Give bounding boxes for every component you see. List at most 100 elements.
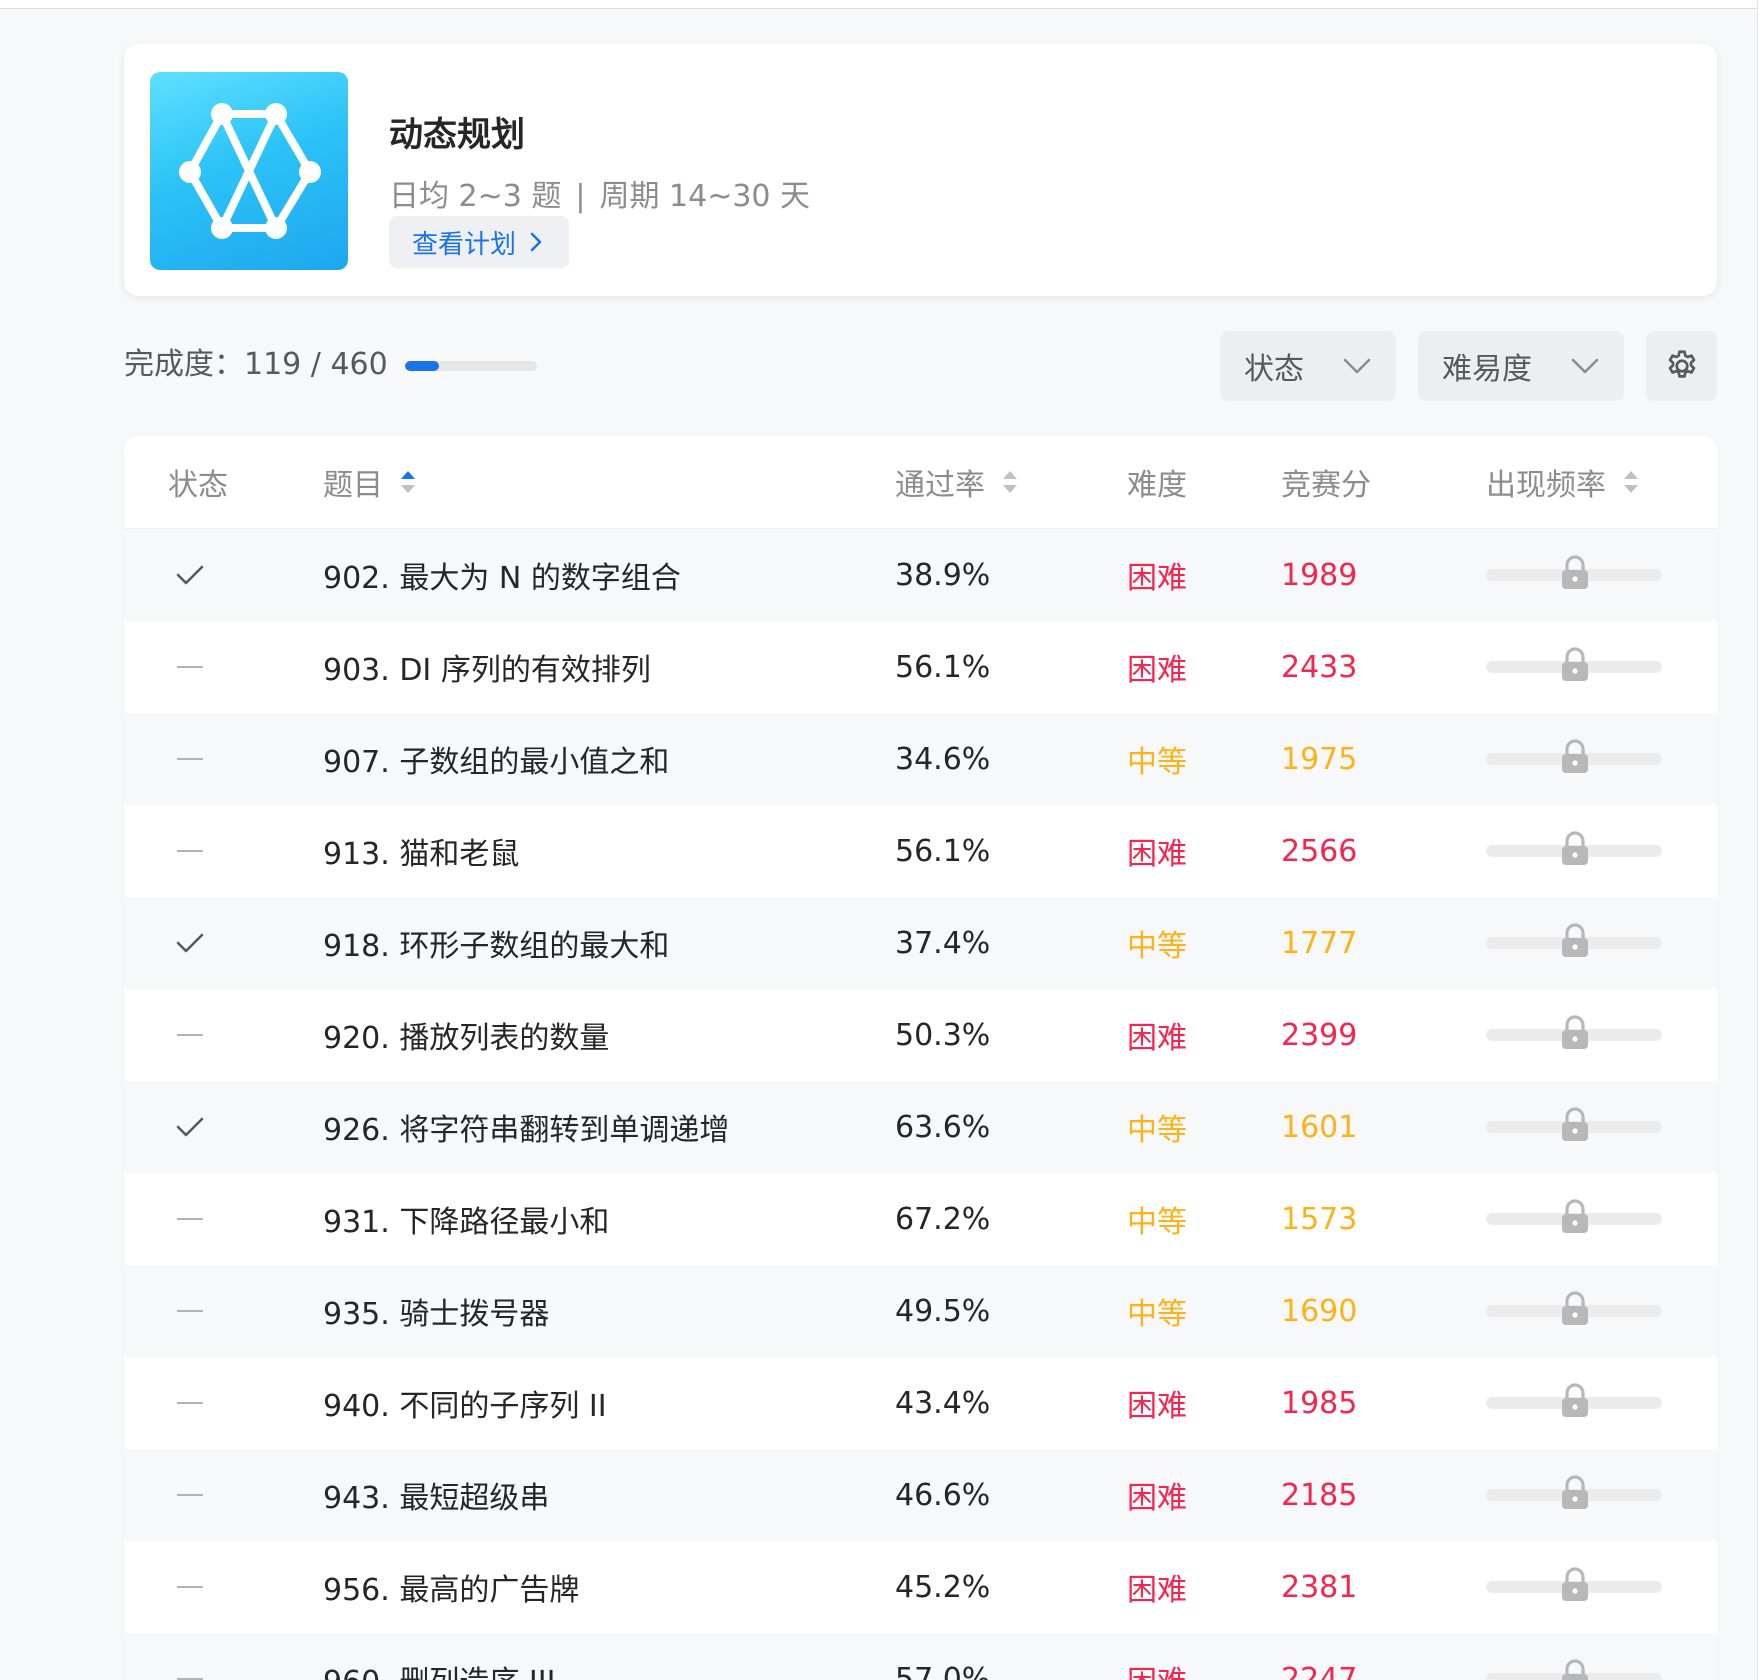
lock-icon[interactable] — [1558, 923, 1592, 959]
plan-separator: | — [575, 179, 586, 214]
status-cell — [170, 1449, 210, 1541]
lock-icon[interactable] — [1558, 647, 1592, 683]
plan-logo — [150, 72, 348, 270]
problem-title-link[interactable]: 940. 不同的子序列 II — [323, 1357, 607, 1449]
acceptance-rate: 57.0% — [895, 1661, 991, 1680]
difficulty-filter-dropdown[interactable]: 难易度 — [1418, 331, 1624, 401]
problem-title-link[interactable]: 903. DI 序列的有效排列 — [323, 621, 651, 713]
status-cell — [170, 1541, 210, 1633]
view-plan-label: 查看计划 — [411, 229, 516, 260]
problem-title-link[interactable]: 931. 下降路径最小和 — [323, 1173, 609, 1265]
lock-icon[interactable] — [1558, 739, 1592, 775]
table-row[interactable]: 931. 下降路径最小和 67.2% 中等 1573 — [124, 1173, 1717, 1265]
unsolved-dash-icon — [177, 1034, 203, 1036]
table-row[interactable]: 943. 最短超级串 46.6% 困难 2185 — [124, 1449, 1717, 1541]
problem-title-link[interactable]: 918. 环形子数组的最大和 — [323, 897, 669, 989]
sort-icon[interactable] — [399, 468, 417, 496]
sort-icon[interactable] — [1001, 468, 1019, 496]
contest-score: 2247 — [1281, 1661, 1358, 1680]
settings-button[interactable] — [1646, 331, 1717, 401]
header-rate-label: 通过率 — [895, 468, 985, 503]
status-cell — [170, 529, 210, 621]
status-cell — [170, 621, 210, 713]
table-row[interactable]: 902. 最大为 N 的数字组合 38.9% 困难 1989 — [124, 529, 1717, 621]
lock-icon[interactable] — [1558, 1475, 1592, 1511]
table-row[interactable]: 913. 猫和老鼠 56.1% 困难 2566 — [124, 805, 1717, 897]
acceptance-rate: 67.2% — [895, 1201, 991, 1237]
table-row[interactable]: 956. 最高的广告牌 45.2% 困难 2381 — [124, 1541, 1717, 1633]
status-filter-dropdown[interactable]: 状态 — [1220, 331, 1396, 401]
difficulty-filter-label: 难易度 — [1442, 352, 1532, 387]
plan-daily: 日均 2~3 题 — [389, 179, 562, 214]
acceptance-rate: 56.1% — [895, 649, 991, 685]
header-title-label: 题目 — [323, 468, 383, 503]
difficulty-label: 中等 — [1127, 1297, 1187, 1332]
acceptance-rate: 38.9% — [895, 557, 991, 593]
difficulty-label: 中等 — [1127, 1205, 1187, 1240]
header-status-label: 状态 — [168, 468, 228, 503]
table-row[interactable]: 960. 删列造序 III 57.0% 困难 2247 — [124, 1633, 1717, 1680]
lock-icon[interactable] — [1558, 1383, 1592, 1419]
problem-title-link[interactable]: 943. 最短超级串 — [323, 1449, 549, 1541]
problem-title-link[interactable]: 960. 删列造序 III — [323, 1633, 555, 1680]
check-icon — [176, 565, 204, 585]
status-cell — [170, 897, 210, 989]
scrollbar[interactable] — [1757, 0, 1762, 1680]
header-score-label: 竞赛分 — [1281, 468, 1371, 503]
problem-title-link[interactable]: 902. 最大为 N 的数字组合 — [323, 529, 681, 621]
table-body: 902. 最大为 N 的数字组合 38.9% 困难 1989 903. DI 序列的有效… — [124, 529, 1717, 1680]
unsolved-dash-icon — [177, 666, 203, 668]
progress-label: 完成度：119 / 460 — [124, 347, 388, 382]
difficulty-label: 中等 — [1127, 745, 1187, 780]
lock-icon[interactable] — [1558, 1291, 1592, 1327]
lock-icon[interactable] — [1558, 1659, 1592, 1680]
frequency-cell — [1486, 1541, 1662, 1633]
acceptance-rate: 50.3% — [895, 1017, 991, 1053]
table-row[interactable]: 940. 不同的子序列 II 43.4% 困难 1985 — [124, 1357, 1717, 1449]
table-row[interactable]: 903. DI 序列的有效排列 56.1% 困难 2433 — [124, 621, 1717, 713]
problem-title-link[interactable]: 935. 骑士拨号器 — [323, 1265, 549, 1357]
problem-title-link[interactable]: 907. 子数组的最小值之和 — [323, 713, 669, 805]
status-cell — [170, 1357, 210, 1449]
frequency-cell — [1486, 989, 1662, 1081]
header-frequency[interactable]: 出现频率 — [1486, 436, 1640, 528]
frequency-cell — [1486, 713, 1662, 805]
chevron-right-icon — [530, 232, 542, 252]
frequency-cell — [1486, 529, 1662, 621]
difficulty-label: 困难 — [1127, 653, 1187, 688]
lock-icon[interactable] — [1558, 1567, 1592, 1603]
frequency-cell — [1486, 1265, 1662, 1357]
status-cell — [170, 1265, 210, 1357]
table-row[interactable]: 926. 将字符串翻转到单调递增 63.6% 中等 1601 — [124, 1081, 1717, 1173]
sort-icon[interactable] — [1622, 468, 1640, 496]
view-plan-button[interactable]: 查看计划 — [389, 216, 569, 268]
lock-icon[interactable] — [1558, 1107, 1592, 1143]
lock-icon[interactable] — [1558, 555, 1592, 591]
lock-icon[interactable] — [1558, 1199, 1592, 1235]
table-row[interactable]: 920. 播放列表的数量 50.3% 困难 2399 — [124, 989, 1717, 1081]
chevron-down-icon — [1571, 358, 1599, 374]
acceptance-rate: 63.6% — [895, 1109, 991, 1145]
contest-score: 1989 — [1281, 557, 1358, 593]
header-title[interactable]: 题目 — [323, 436, 417, 528]
progress-fill — [405, 361, 440, 371]
problem-title-link[interactable]: 926. 将字符串翻转到单调递增 — [323, 1081, 729, 1173]
problem-title-link[interactable]: 920. 播放列表的数量 — [323, 989, 609, 1081]
status-cell — [170, 1633, 210, 1680]
acceptance-rate: 49.5% — [895, 1293, 991, 1329]
difficulty-label: 中等 — [1127, 929, 1187, 964]
problem-title-link[interactable]: 956. 最高的广告牌 — [323, 1541, 579, 1633]
lock-icon[interactable] — [1558, 1015, 1592, 1051]
status-cell — [170, 1081, 210, 1173]
table-row[interactable]: 935. 骑士拨号器 49.5% 中等 1690 — [124, 1265, 1717, 1357]
table-row[interactable]: 918. 环形子数组的最大和 37.4% 中等 1777 — [124, 897, 1717, 989]
problem-title-link[interactable]: 913. 猫和老鼠 — [323, 805, 519, 897]
table-row[interactable]: 907. 子数组的最小值之和 34.6% 中等 1975 — [124, 713, 1717, 805]
contest-score: 2566 — [1281, 833, 1358, 869]
dp-network-icon — [179, 103, 321, 239]
lock-icon[interactable] — [1558, 831, 1592, 867]
check-icon — [176, 1117, 204, 1137]
header-rate[interactable]: 通过率 — [895, 436, 1019, 528]
contest-score: 2399 — [1281, 1017, 1358, 1053]
difficulty-label: 中等 — [1127, 1113, 1187, 1148]
